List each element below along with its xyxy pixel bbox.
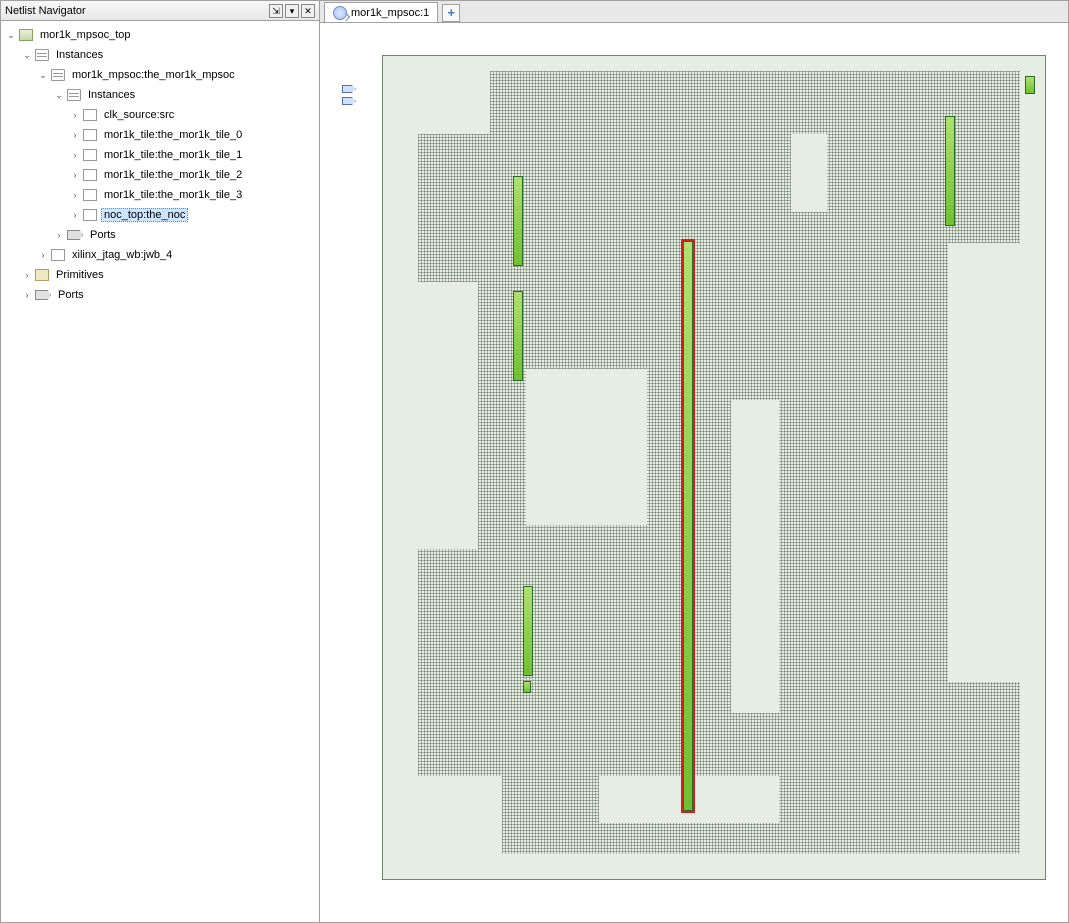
- folder-icon: [67, 89, 81, 101]
- tree-label: mor1k_tile:the_mor1k_tile_3: [101, 188, 245, 202]
- tab-label: mor1k_mpsoc:1: [351, 7, 429, 19]
- schematic-diagram: [332, 35, 1056, 910]
- chevron-down-icon[interactable]: ⌄: [37, 69, 49, 81]
- tree-item-tile1[interactable]: › mor1k_tile:the_mor1k_tile_1: [3, 145, 317, 165]
- tree-label: Instances: [85, 88, 138, 102]
- module-icon: [83, 129, 97, 141]
- tree-item-instances-l3[interactable]: ⌄ Instances: [3, 85, 317, 105]
- primitives-icon: [35, 269, 49, 281]
- tree-label: Primitives: [53, 268, 107, 282]
- module-icon: [83, 189, 97, 201]
- input-port-icon[interactable]: [342, 85, 356, 93]
- tree-item-instances[interactable]: ⌄ Instances: [3, 45, 317, 65]
- tree-label: mor1k_tile:the_mor1k_tile_0: [101, 128, 245, 142]
- module-icon: [83, 149, 97, 161]
- module-icon: [51, 249, 65, 261]
- close-icon[interactable]: ✕: [301, 4, 315, 18]
- pin-icon[interactable]: ⇲: [269, 4, 283, 18]
- window-position-icon[interactable]: ▾: [285, 4, 299, 18]
- tree-item-root[interactable]: ⌄ mor1k_mpsoc_top: [3, 25, 317, 45]
- tree-label: Ports: [87, 228, 119, 242]
- tree-item-noc[interactable]: › noc_top:the_noc: [3, 205, 317, 225]
- port-icon: [35, 290, 51, 300]
- tab-bar: mor1k_mpsoc:1 +: [320, 1, 1068, 23]
- chevron-down-icon[interactable]: ⌄: [53, 89, 65, 101]
- tree-label: mor1k_mpsoc:the_mor1k_mpsoc: [69, 68, 238, 82]
- tree-item-jtag[interactable]: › xilinx_jtag_wb:jwb_4: [3, 245, 317, 265]
- tree-label: mor1k_tile:the_mor1k_tile_1: [101, 148, 245, 162]
- instance-tile2[interactable]: [523, 586, 533, 676]
- tree-item-ports[interactable]: › Ports: [3, 285, 317, 305]
- instance-noc-selected[interactable]: [683, 241, 693, 811]
- new-tab-button[interactable]: +: [442, 4, 460, 22]
- instance-tile3[interactable]: [945, 116, 955, 226]
- chevron-right-icon[interactable]: ›: [37, 249, 49, 261]
- instance-tile0[interactable]: [513, 176, 523, 266]
- folder-icon: [35, 49, 49, 61]
- chevron-right-icon[interactable]: ›: [69, 209, 81, 221]
- chevron-right-icon[interactable]: ›: [21, 269, 33, 281]
- schematic-top-block[interactable]: [382, 55, 1046, 880]
- tree-item-mpsoc[interactable]: ⌄ mor1k_mpsoc:the_mor1k_mpsoc: [3, 65, 317, 85]
- tree-item-primitives[interactable]: › Primitives: [3, 265, 317, 285]
- chevron-right-icon[interactable]: ›: [21, 289, 33, 301]
- tree-item-tile0[interactable]: › mor1k_tile:the_mor1k_tile_0: [3, 125, 317, 145]
- tree-label: xilinx_jtag_wb:jwb_4: [69, 248, 175, 262]
- tab-schematic[interactable]: mor1k_mpsoc:1: [324, 2, 438, 22]
- tree-label: mor1k_tile:the_mor1k_tile_2: [101, 168, 245, 182]
- port-icon: [67, 230, 83, 240]
- module-icon: [83, 169, 97, 181]
- panel-header: Netlist Navigator ⇲ ▾ ✕: [1, 1, 319, 21]
- chevron-right-icon[interactable]: ›: [69, 189, 81, 201]
- tree-label: clk_source:src: [101, 108, 177, 122]
- tree-view[interactable]: ⌄ mor1k_mpsoc_top ⌄ Instances: [1, 21, 319, 922]
- module-icon: [51, 69, 65, 81]
- chevron-down-icon[interactable]: ⌄: [21, 49, 33, 61]
- panel-title: Netlist Navigator: [5, 5, 269, 17]
- instance-clk-source[interactable]: [523, 681, 531, 693]
- module-icon: [83, 209, 97, 221]
- chevron-right-icon[interactable]: ›: [69, 169, 81, 181]
- chevron-right-icon[interactable]: ›: [69, 129, 81, 141]
- tree-label: noc_top:the_noc: [101, 208, 188, 222]
- wire-field: [418, 71, 1020, 854]
- tree-item-tile2[interactable]: › mor1k_tile:the_mor1k_tile_2: [3, 165, 317, 185]
- chevron-right-icon[interactable]: ›: [69, 109, 81, 121]
- instance-tile1[interactable]: [513, 291, 523, 381]
- tree-item-clk-source[interactable]: › clk_source:src: [3, 105, 317, 125]
- instance-jtag[interactable]: [1025, 76, 1035, 94]
- hierarchy-icon: [19, 29, 33, 41]
- chevron-down-icon[interactable]: ⌄: [5, 29, 17, 41]
- tree-label: mor1k_mpsoc_top: [37, 28, 134, 42]
- schematic-panel: mor1k_mpsoc:1 +: [320, 0, 1069, 923]
- tree-label: Ports: [55, 288, 87, 302]
- chevron-right-icon[interactable]: ›: [53, 229, 65, 241]
- magnifier-icon: [333, 6, 347, 20]
- input-port-icon[interactable]: [342, 97, 356, 105]
- tree-item-tile3[interactable]: › mor1k_tile:the_mor1k_tile_3: [3, 185, 317, 205]
- tree-item-ports-l3[interactable]: › Ports: [3, 225, 317, 245]
- netlist-navigator-panel: Netlist Navigator ⇲ ▾ ✕ ⌄ mor1k_mpsoc_to…: [0, 0, 320, 923]
- schematic-canvas[interactable]: [320, 23, 1068, 922]
- module-icon: [83, 109, 97, 121]
- chevron-right-icon[interactable]: ›: [69, 149, 81, 161]
- tree-label: Instances: [53, 48, 106, 62]
